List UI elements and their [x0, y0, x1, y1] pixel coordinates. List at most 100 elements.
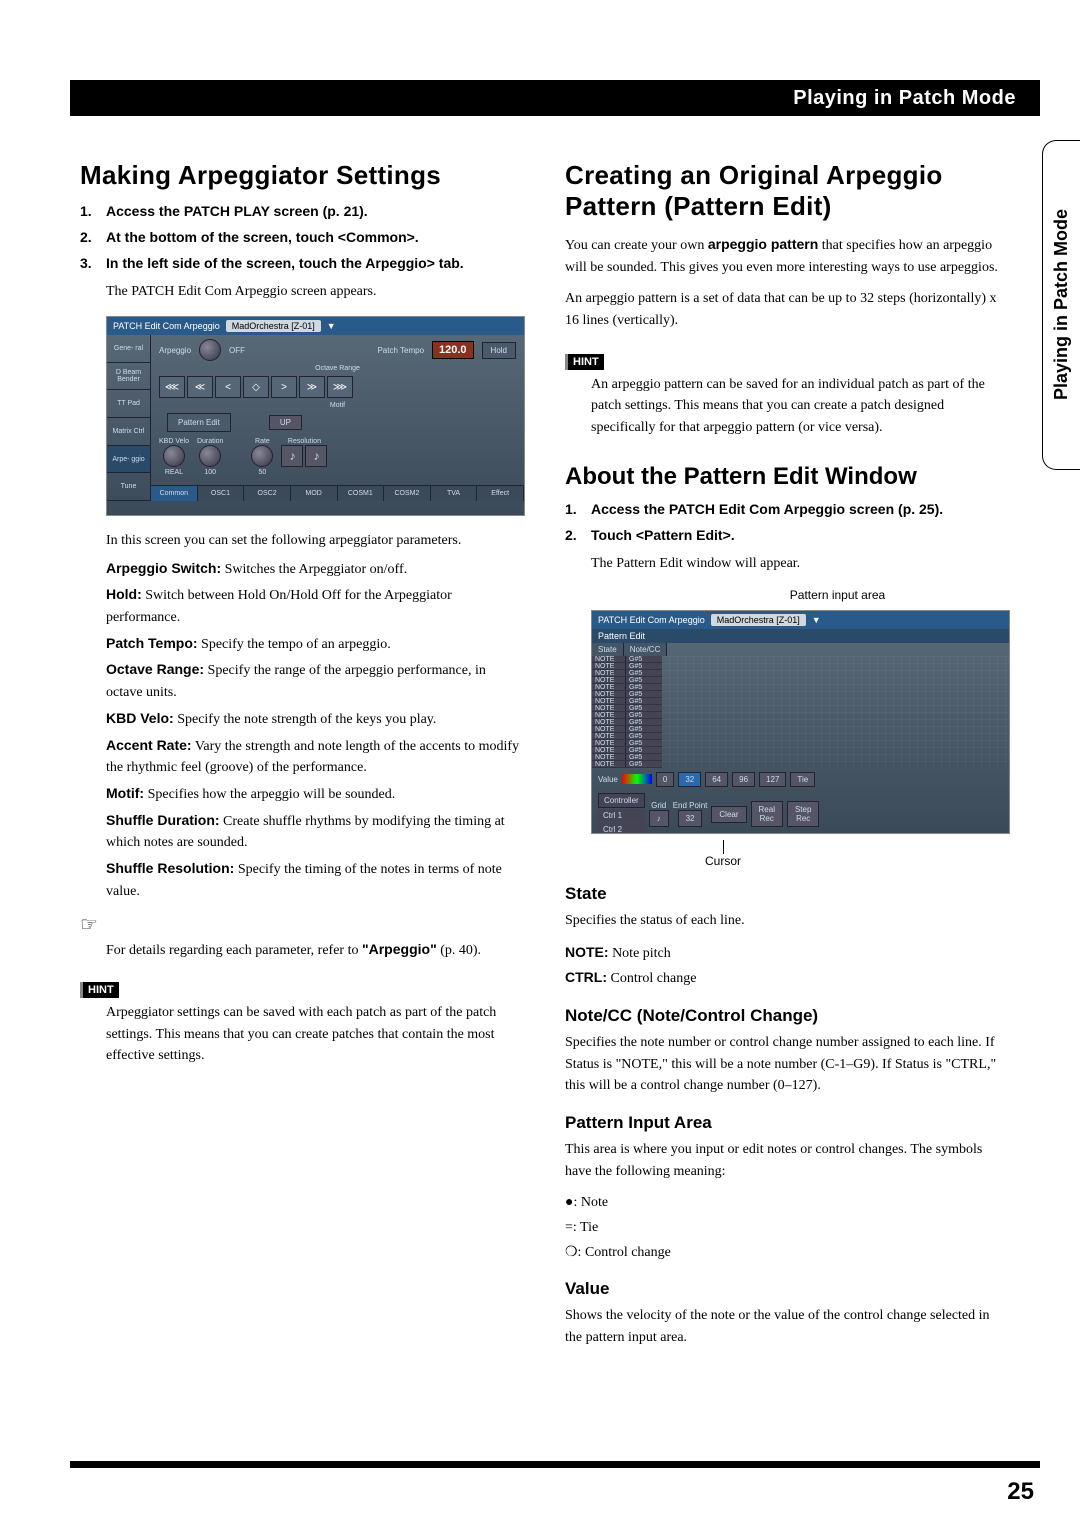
dropdown-arrow-icon[interactable]: ▼	[812, 615, 821, 625]
right-p2: An arpeggio pattern is a set of data tha…	[565, 288, 1010, 331]
val-32[interactable]: 32	[678, 772, 701, 787]
tempo-value[interactable]: 120.0	[432, 341, 474, 359]
kbd-knob[interactable]	[163, 445, 185, 467]
dur-label: Duration	[197, 438, 223, 445]
grid-line[interactable]: NOTEG#5	[592, 740, 662, 747]
grid-header: State Note/CC	[592, 643, 1009, 656]
sidetab-tune[interactable]: Tune	[107, 473, 151, 501]
bottom-controls: Controller Ctrl 1 Ctrl 2 Grid ♪ End Poin…	[592, 791, 1009, 834]
bottab-common[interactable]: Common	[151, 485, 198, 501]
grid-lines: NOTEG#5NOTEG#5NOTEG#5NOTEG#5NOTEG#5NOTEG…	[592, 656, 662, 768]
rate-knob[interactable]	[251, 445, 273, 467]
grid-line[interactable]: NOTEG#5	[592, 719, 662, 726]
grid-line[interactable]: NOTEG#5	[592, 726, 662, 733]
oct-p2[interactable]: ≫	[299, 376, 325, 398]
grid-line[interactable]: NOTEG#5	[592, 677, 662, 684]
clear-button[interactable]: Clear	[711, 806, 746, 823]
arp-label: Arpeggio	[159, 346, 191, 355]
grid-line[interactable]: NOTEG#5	[592, 684, 662, 691]
oct-m3[interactable]: ⋘	[159, 376, 185, 398]
bottab-effect[interactable]: Effect	[477, 485, 524, 501]
motif-up[interactable]: UP	[269, 415, 302, 430]
sidetab-ttpad[interactable]: TT Pad	[107, 390, 151, 418]
val-64[interactable]: 64	[705, 772, 728, 787]
endpoint-label: End Point	[673, 801, 708, 810]
bottab-osc2[interactable]: OSC2	[244, 485, 291, 501]
pattern-edit-button[interactable]: Pattern Edit	[167, 413, 231, 432]
val-tie[interactable]: Tie	[790, 772, 815, 787]
ctrl2[interactable]: Ctrl 2	[598, 823, 645, 834]
oct-p1[interactable]: >	[271, 376, 297, 398]
grid-note-button[interactable]: ♪	[649, 810, 669, 827]
sidetab-dbeam[interactable]: D Beam Bender	[107, 363, 151, 391]
hold-button[interactable]: Hold	[482, 342, 516, 359]
grid-line[interactable]: NOTEG#5	[592, 733, 662, 740]
grid-dots[interactable]	[662, 656, 1009, 768]
oct-m1[interactable]: <	[215, 376, 241, 398]
sidetab-matrix[interactable]: Matrix Ctrl	[107, 418, 151, 446]
ctrl1[interactable]: Ctrl 1	[598, 809, 645, 822]
right-column: Creating an Original Arpeggio Pattern (P…	[565, 160, 1010, 1359]
bottab-cosm2[interactable]: COSM2	[384, 485, 431, 501]
step-num: 2.	[80, 229, 106, 245]
param-shuf-res: Shuffle Resolution: Specify the timing o…	[106, 858, 525, 902]
value-row: Value 0 32 64 96 127 Tie	[592, 768, 1009, 791]
grid-line[interactable]: NOTEG#5	[592, 705, 662, 712]
pia-heading: Pattern Input Area	[565, 1113, 1010, 1133]
screen-title: PATCH Edit Com Arpeggio	[113, 321, 220, 331]
oct-m2[interactable]: ≪	[187, 376, 213, 398]
sidetab-arpeggio[interactable]: Arpe- ggio	[107, 446, 151, 474]
notecc-heading: Note/CC (Note/Control Change)	[565, 1006, 1010, 1026]
val-96[interactable]: 96	[732, 772, 755, 787]
arpeggio-screen: PATCH Edit Com Arpeggio MadOrchestra [Z-…	[106, 316, 525, 516]
duration-box: Duration 100	[197, 438, 223, 476]
pia-note: ●: Note	[565, 1192, 1010, 1214]
grid-line[interactable]: NOTEG#5	[592, 761, 662, 768]
grid-line[interactable]: NOTEG#5	[592, 712, 662, 719]
grid-line[interactable]: NOTEG#5	[592, 691, 662, 698]
realrec-button[interactable]: Real Rec	[751, 801, 783, 827]
patch-dropdown[interactable]: MadOrchestra [Z-01]	[226, 320, 321, 332]
patch-dropdown-2[interactable]: MadOrchestra [Z-01]	[711, 614, 806, 626]
bottab-osc1[interactable]: OSC1	[198, 485, 245, 501]
param-accent: Accent Rate: Vary the strength and note …	[106, 735, 525, 779]
endpoint-value[interactable]: 32	[678, 810, 703, 827]
dur-knob[interactable]	[199, 445, 221, 467]
right-h1: Creating an Original Arpeggio Pattern (P…	[565, 160, 1010, 222]
rate-label: Rate	[251, 438, 273, 445]
oct-p3[interactable]: ⋙	[327, 376, 353, 398]
screen-title-bar: PATCH Edit Com Arpeggio MadOrchestra [Z-…	[107, 317, 524, 335]
res-note2[interactable]: ♪	[305, 445, 327, 467]
grid-line[interactable]: NOTEG#5	[592, 747, 662, 754]
oct-0[interactable]: ◇	[243, 376, 269, 398]
value-heading: Value	[565, 1279, 1010, 1299]
kbd-val: REAL	[159, 469, 189, 476]
grid-line[interactable]: NOTEG#5	[592, 656, 662, 663]
steprec-button[interactable]: Step Rec	[787, 801, 819, 827]
arp-switch-knob[interactable]	[199, 339, 221, 361]
header-band: Playing in Patch Mode	[70, 80, 1040, 116]
dur-val: 100	[197, 469, 223, 476]
grid-line[interactable]: NOTEG#5	[592, 754, 662, 761]
sidetab-general[interactable]: Gene- ral	[107, 335, 151, 363]
bottab-mod[interactable]: MOD	[291, 485, 338, 501]
hint-body: Arpeggiator settings can be saved with e…	[106, 1002, 525, 1067]
param-octave: Octave Range: Specify the range of the a…	[106, 659, 525, 703]
step-text: Access the PATCH Edit Com Arpeggio scree…	[591, 501, 1010, 517]
grid-line[interactable]: NOTEG#5	[592, 663, 662, 670]
val-127[interactable]: 127	[759, 772, 786, 787]
bottab-cosm1[interactable]: COSM1	[338, 485, 385, 501]
res-note1[interactable]: ♪	[281, 445, 303, 467]
dropdown-arrow-icon[interactable]: ▼	[327, 321, 336, 331]
right-p1: You can create your own arpeggio pattern…	[565, 234, 1010, 278]
param-arp-switch: Arpeggio Switch: Switches the Arpeggiato…	[106, 558, 525, 581]
val-0[interactable]: 0	[656, 772, 674, 787]
param-shuf-dur: Shuffle Duration: Create shuffle rhythms…	[106, 810, 525, 854]
grid-line[interactable]: NOTEG#5	[592, 698, 662, 705]
grid-line[interactable]: NOTEG#5	[592, 670, 662, 677]
step-text: At the bottom of the screen, touch <Comm…	[106, 229, 525, 245]
caption-top: Pattern input area	[665, 588, 1010, 602]
side-tab: Playing in Patch Mode	[1042, 140, 1080, 470]
bottab-tva[interactable]: TVA	[431, 485, 478, 501]
state-note: NOTE: Note pitch	[565, 942, 1010, 965]
